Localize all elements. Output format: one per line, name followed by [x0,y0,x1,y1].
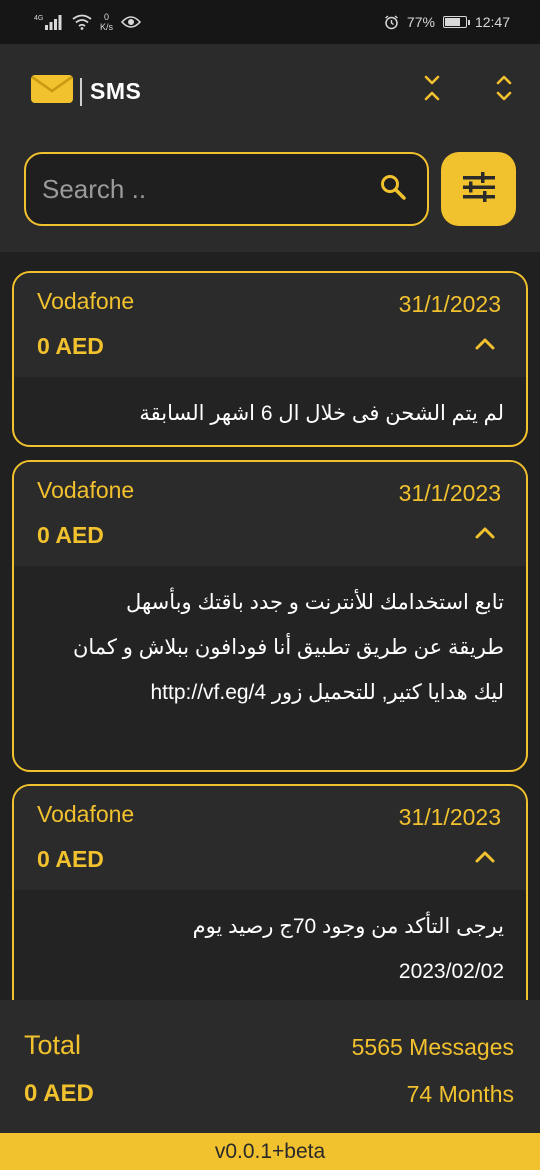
net-speed: 0 K/s [100,12,114,32]
wifi-icon [72,14,92,30]
summary-footer: Total 0 AED 5565 Messages 74 Months [0,1000,540,1133]
message-text: لم يتم الشحن فى خلال ال 6 اشهر السابقة [139,402,504,425]
message-sender: Vodafone [37,288,135,314]
total-label: Total [24,1030,82,1060]
search-input[interactable] [42,173,379,205]
message-text-line: يرجى التأكد من وجود 70ج رصيد يوم [192,915,504,938]
battery-icon [442,16,470,28]
message-sender: Vodafone [37,477,135,503]
message-card[interactable]: Vodafone 31/1/2023 0 AED لم يتم الشحن فى… [12,271,528,447]
message-date: 31/1/2023 [398,480,501,506]
search-icon[interactable] [379,173,407,206]
battery-percent: 77% [406,14,435,30]
signal-icon: 4G [34,13,64,31]
months-count: 74 Months [406,1081,514,1107]
version-label: v0.0.1+beta [214,1139,326,1163]
sliders-icon [461,170,497,209]
version-bar: v0.0.1+beta [0,1133,540,1170]
message-amount: 0 AED [37,522,104,548]
app-logo: SMS [30,74,141,109]
message-amount: 0 AED [37,846,104,872]
message-date: 31/1/2023 [398,291,501,317]
chevron-up-icon[interactable] [474,850,496,869]
app-header: SMS [0,44,540,252]
expand-all-button[interactable] [484,72,524,108]
svg-text:4G: 4G [34,15,43,22]
chevrons-expand-icon [494,74,514,107]
chevron-up-icon[interactable] [474,337,496,356]
search-box[interactable] [24,152,429,226]
message-text-line: 2023/02/02 [398,960,504,983]
eye-icon [121,15,142,29]
message-date: 31/1/2023 [398,804,501,830]
filter-button[interactable] [441,152,516,226]
message-sender: Vodafone [37,801,135,827]
logo-divider [80,77,82,106]
message-body: يرجى التأكد من وجود 70ج رصيد يوم 2023/02… [14,890,526,994]
message-card[interactable]: Vodafone 31/1/2023 0 AED يرجى التأكد من … [12,784,528,1000]
total-amount: 0 AED [24,1080,94,1107]
collapse-all-button[interactable] [412,72,452,108]
message-body: لم يتم الشحن فى خلال ال 6 اشهر السابقة [14,377,526,436]
message-header[interactable]: Vodafone 31/1/2023 0 AED [14,462,526,566]
chevrons-collapse-icon [422,74,442,107]
message-header[interactable]: Vodafone 31/1/2023 0 AED [14,273,526,377]
message-header[interactable]: Vodafone 31/1/2023 0 AED [14,786,526,890]
message-text-line: ليك هدايا كتير, للتحميل زور http://vf.eg… [150,681,505,704]
message-body: تابع استخدامك للأنترنت و جدد باقتك وبأسه… [14,566,526,715]
message-text-line: طريقة عن طريق تطبيق أنا فودافون ببلاش و … [72,636,504,659]
clock: 12:47 [474,14,510,30]
message-amount: 0 AED [37,333,104,359]
messages-count: 5565 Messages [351,1034,514,1060]
message-card[interactable]: Vodafone 31/1/2023 0 AED تابع استخدامك ل… [12,460,528,772]
chevron-up-icon[interactable] [474,526,496,545]
message-text-line: تابع استخدامك للأنترنت و جدد باقتك وبأسه… [126,591,504,614]
status-bar: 4G 0 K/s 77% 12:47 [0,0,540,44]
alarm-icon [384,14,399,30]
app-title: SMS [90,78,142,104]
envelope-icon [30,74,74,109]
message-list[interactable]: Vodafone 31/1/2023 0 AED لم يتم الشحن فى… [0,252,540,1000]
